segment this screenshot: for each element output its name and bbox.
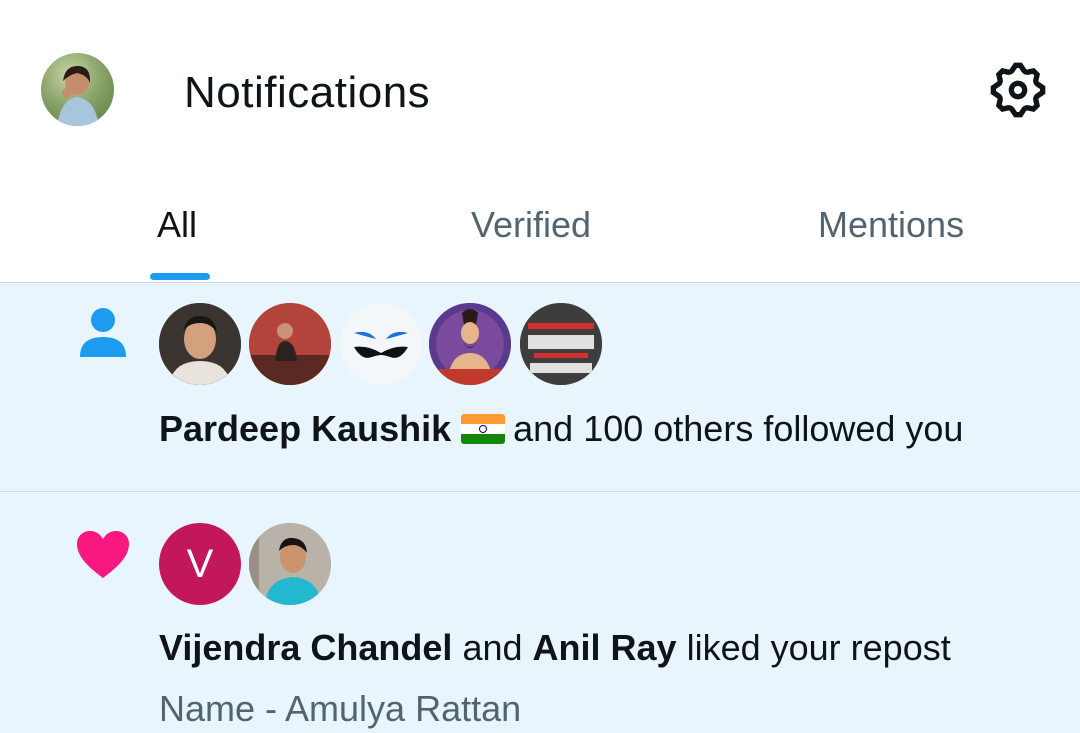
notification-message: Pardeep Kaushik and 100 others followed y… [159, 407, 963, 451]
tab-all[interactable]: All [157, 202, 197, 248]
follower-photo [429, 303, 511, 385]
profile-photo [57, 65, 99, 126]
follower-photo [159, 303, 241, 385]
active-tab-indicator [150, 273, 210, 280]
notification-text: and 100 others followed you [513, 408, 964, 449]
actor-name[interactable]: Pardeep Kaushik [159, 408, 451, 449]
liker-avatar-letter[interactable]: V [159, 523, 241, 605]
profile-avatar[interactable] [41, 53, 114, 126]
tab-mentions[interactable]: Mentions [818, 202, 964, 248]
follower-photo [249, 303, 331, 385]
heart-icon [76, 530, 130, 580]
tab-verified[interactable]: Verified [471, 202, 591, 248]
page-title: Notifications [184, 68, 431, 117]
heart-icon-glyph [77, 531, 129, 578]
india-flag [461, 414, 506, 444]
follower-photo [520, 303, 602, 385]
person-icon [78, 307, 128, 359]
top-app-bar: Notifications [0, 0, 1080, 180]
follower-avatar[interactable] [340, 303, 422, 385]
follower-avatar[interactable] [520, 303, 602, 385]
gear-icon-glyph [990, 62, 1046, 118]
actor-name[interactable]: Anil Ray [533, 627, 677, 668]
liker-photo [249, 523, 331, 605]
notification-follow[interactable]: Pardeep Kaushik and 100 others followed y… [0, 283, 1080, 492]
notification-like[interactable]: V Vijendra Chandel and Anil Ray liked yo… [0, 492, 1080, 733]
notification-message: Vijendra Chandel and Anil Ray liked your… [159, 626, 951, 670]
gear-icon[interactable] [986, 58, 1050, 122]
repost-preview-text: Name - Amulya Rattan [159, 688, 522, 729]
mustache-logo [340, 303, 422, 385]
follower-avatar[interactable] [249, 303, 331, 385]
liker-avatar[interactable] [249, 523, 331, 605]
notifications-screen: Notifications All Verified Mentions Pard… [0, 0, 1080, 733]
notification-tabs: All Verified Mentions [0, 180, 1080, 283]
follower-avatar[interactable] [429, 303, 511, 385]
person-icon-glyph [80, 308, 126, 357]
notification-text: liked your repost [686, 627, 951, 668]
follower-avatar[interactable] [159, 303, 241, 385]
connector-text: and [462, 627, 523, 668]
actor-name[interactable]: Vijendra Chandel [159, 627, 452, 668]
